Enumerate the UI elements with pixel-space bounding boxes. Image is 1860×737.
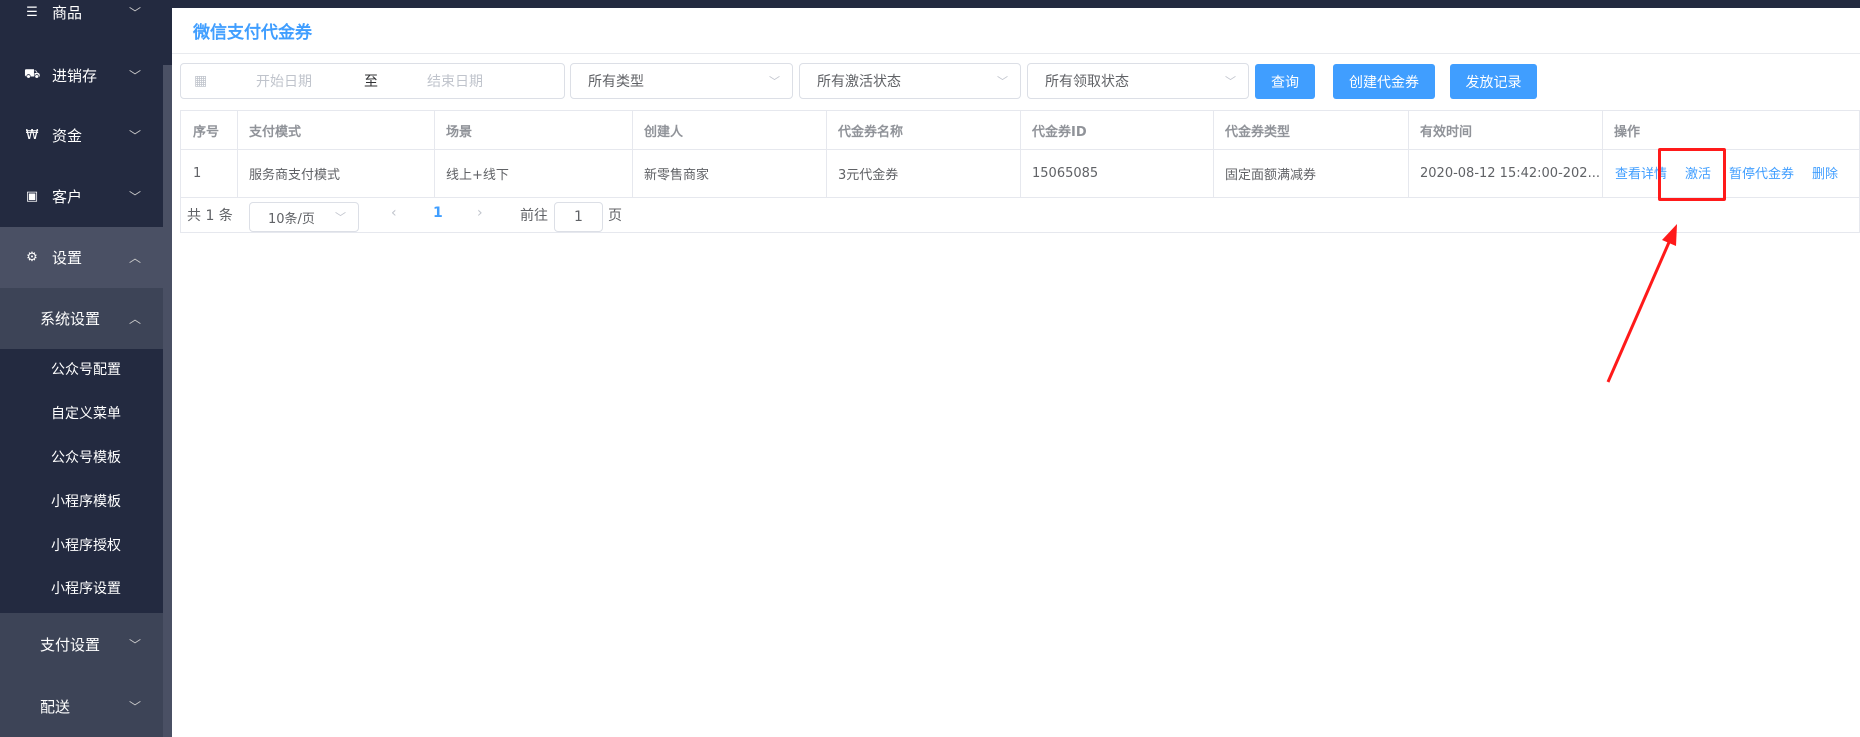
- annotation-arrow-icon: [1606, 224, 1677, 383]
